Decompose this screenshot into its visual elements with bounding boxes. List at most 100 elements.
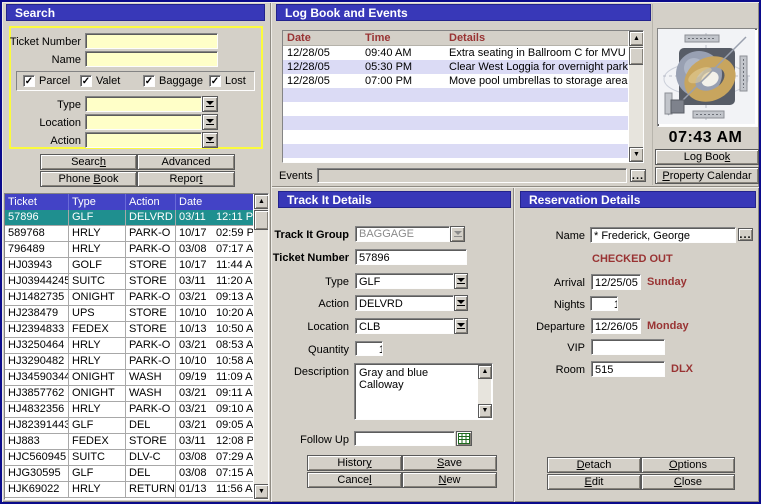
trackit-location-inner[interactable]: [359, 320, 454, 334]
table-row[interactable]: HJ4832356HRLYPARK-O03/2109:10 AM: [5, 402, 255, 418]
trackit-follow-up-input[interactable]: [354, 431, 455, 446]
table-row[interactable]: HJ03943GOLFSTORE10/1711:44 AM: [5, 258, 255, 274]
room-input[interactable]: [591, 361, 665, 377]
table-row[interactable]: HJ3290482HRLYPARK-O10/1010:58 AM: [5, 354, 255, 370]
table-row[interactable]: HJ1482735ONIGHTPARK-O03/2109:13 AM: [5, 290, 255, 306]
checkbox-baggage[interactable]: ✓: [143, 75, 155, 87]
logbook-empty-row[interactable]: [283, 144, 628, 158]
trackit-action-input[interactable]: [355, 295, 454, 311]
trackit-location-dropdown-button[interactable]: [454, 318, 468, 334]
follow-up-calendar-button[interactable]: [456, 431, 472, 446]
logbook-row[interactable]: 12/28/0509:40 AMExtra seating in Ballroo…: [283, 46, 628, 60]
phone-book-button[interactable]: Phone Book: [40, 171, 137, 187]
reservation-name-inner[interactable]: [594, 229, 736, 243]
ticket-number-input[interactable]: [85, 33, 218, 49]
room-inner[interactable]: [595, 363, 665, 377]
table-row[interactable]: HJ3857762ONIGHTWASH03/2109:11 AM: [5, 386, 255, 402]
logbook-row[interactable]: 12/28/0505:30 PMClear West Loggia for ov…: [283, 60, 628, 74]
advanced-button[interactable]: Advanced: [137, 154, 235, 170]
scroll-down-button[interactable]: ▼: [254, 484, 269, 499]
events-input-inner[interactable]: [321, 170, 627, 183]
checkbox-item-valet[interactable]: ✓Valet: [80, 75, 120, 87]
table-row[interactable]: HJ82391443GLFDEL03/2109:05 AM: [5, 418, 255, 434]
trackit-location-input[interactable]: [355, 318, 454, 334]
name-browse-button[interactable]: ...: [738, 228, 753, 241]
table-row[interactable]: HJK69022HRLYRETURNED01/1311:56 AM: [5, 482, 255, 498]
close-button[interactable]: Close: [641, 474, 735, 490]
location-input-inner[interactable]: [89, 116, 202, 130]
table-row[interactable]: HJ039442456SUITCSTORE03/1111:20 AM: [5, 274, 255, 290]
vip-inner[interactable]: [595, 341, 665, 355]
description-scrollbar[interactable]: ▲ ▼: [477, 365, 491, 418]
name-input[interactable]: [85, 51, 218, 67]
trackit-ticket-number-inner[interactable]: [359, 251, 467, 265]
column-header-date[interactable]: Date: [283, 31, 361, 45]
action-input-inner[interactable]: [89, 134, 202, 148]
checkbox-parcel[interactable]: ✓: [23, 75, 35, 87]
arrival-input[interactable]: [591, 274, 641, 290]
logbook-empty-row[interactable]: [283, 102, 628, 116]
report-button[interactable]: Report: [137, 171, 235, 187]
action-input[interactable]: [85, 132, 202, 148]
checkbox-item-parcel[interactable]: ✓Parcel: [23, 75, 70, 87]
table-row[interactable]: 57896GLFDELVRD03/1112:11 PM: [5, 210, 255, 226]
action-dropdown-button[interactable]: [202, 132, 218, 148]
type-dropdown-button[interactable]: [202, 96, 218, 112]
type-input-inner[interactable]: [89, 98, 202, 112]
vip-input[interactable]: [591, 339, 665, 355]
logbook-row[interactable]: 12/28/0507:00 PMMove pool umbrellas to s…: [283, 74, 628, 88]
events-input[interactable]: [317, 168, 627, 183]
column-header-type[interactable]: Type: [69, 194, 126, 210]
column-header-time[interactable]: Time: [361, 31, 445, 45]
save-button[interactable]: Save: [402, 455, 497, 471]
checkbox-lost[interactable]: ✓: [209, 75, 221, 87]
search-button[interactable]: Search: [40, 154, 137, 170]
scrollbar-thumb[interactable]: [254, 210, 269, 230]
trackit-ticket-number-input[interactable]: [355, 249, 467, 265]
options-button[interactable]: Options: [641, 457, 735, 473]
cancel-button[interactable]: Cancel: [307, 472, 402, 488]
table-row[interactable]: 796489HRLYPARK-O03/0807:17 AM: [5, 242, 255, 258]
trackit-type-dropdown-button[interactable]: [454, 273, 468, 289]
trackit-description-box[interactable]: Gray and blue Calloway ▲ ▼: [354, 363, 493, 420]
trackit-description-textarea[interactable]: Gray and blue Calloway: [356, 365, 478, 418]
logbook-empty-row[interactable]: [283, 88, 628, 102]
location-input[interactable]: [85, 114, 202, 130]
checkbox-item-lost[interactable]: ✓Lost: [209, 75, 246, 87]
checkbox-item-baggage[interactable]: ✓Baggage: [143, 75, 203, 87]
logbook-table-scrollbar[interactable]: ▲ ▼: [628, 31, 643, 162]
location-dropdown-button[interactable]: [202, 114, 218, 130]
scroll-up-button[interactable]: ▲: [629, 31, 644, 46]
logbook-empty-row[interactable]: [283, 130, 628, 144]
nights-input[interactable]: [590, 296, 618, 311]
trackit-type-inner[interactable]: [359, 275, 454, 289]
ticket-number-input-inner[interactable]: [89, 35, 218, 49]
trackit-action-dropdown-button[interactable]: [454, 295, 468, 311]
scroll-up-button[interactable]: ▲: [254, 194, 269, 209]
scroll-up-button[interactable]: ▲: [478, 365, 492, 379]
scroll-down-button[interactable]: ▼: [478, 404, 492, 418]
departure-inner[interactable]: [595, 320, 641, 334]
edit-button[interactable]: Edit: [547, 474, 641, 490]
trackit-type-input[interactable]: [355, 273, 454, 289]
type-input[interactable]: [85, 96, 202, 112]
trackit-quantity-inner[interactable]: [359, 343, 383, 356]
trackit-follow-up-inner[interactable]: [358, 433, 455, 446]
table-row[interactable]: HJG30595GLFDEL03/0807:15 AM: [5, 466, 255, 482]
reservation-name-input[interactable]: [590, 227, 736, 243]
table-row[interactable]: HJ3250464HRLYPARK-O03/2108:53 AM: [5, 338, 255, 354]
logbook-empty-row[interactable]: [283, 116, 628, 130]
property-calendar-button[interactable]: Property Calendar: [655, 167, 759, 184]
new-button[interactable]: New: [402, 472, 497, 488]
column-header-details[interactable]: Details: [445, 31, 643, 45]
column-header-ticket[interactable]: Ticket: [5, 194, 69, 210]
column-header-action[interactable]: Action: [126, 194, 176, 210]
trackit-action-inner[interactable]: [359, 297, 454, 311]
results-table-scrollbar[interactable]: ▲ ▼: [253, 194, 268, 499]
table-row[interactable]: HJ238479UPSSTORE10/1010:20 AM: [5, 306, 255, 322]
departure-input[interactable]: [591, 318, 641, 334]
table-row[interactable]: HJ2394833FEDEXSTORE10/1310:50 AM: [5, 322, 255, 338]
log-book-button[interactable]: Log Book: [655, 149, 759, 165]
scroll-down-button[interactable]: ▼: [629, 147, 644, 162]
events-browse-button[interactable]: ...: [630, 169, 646, 182]
